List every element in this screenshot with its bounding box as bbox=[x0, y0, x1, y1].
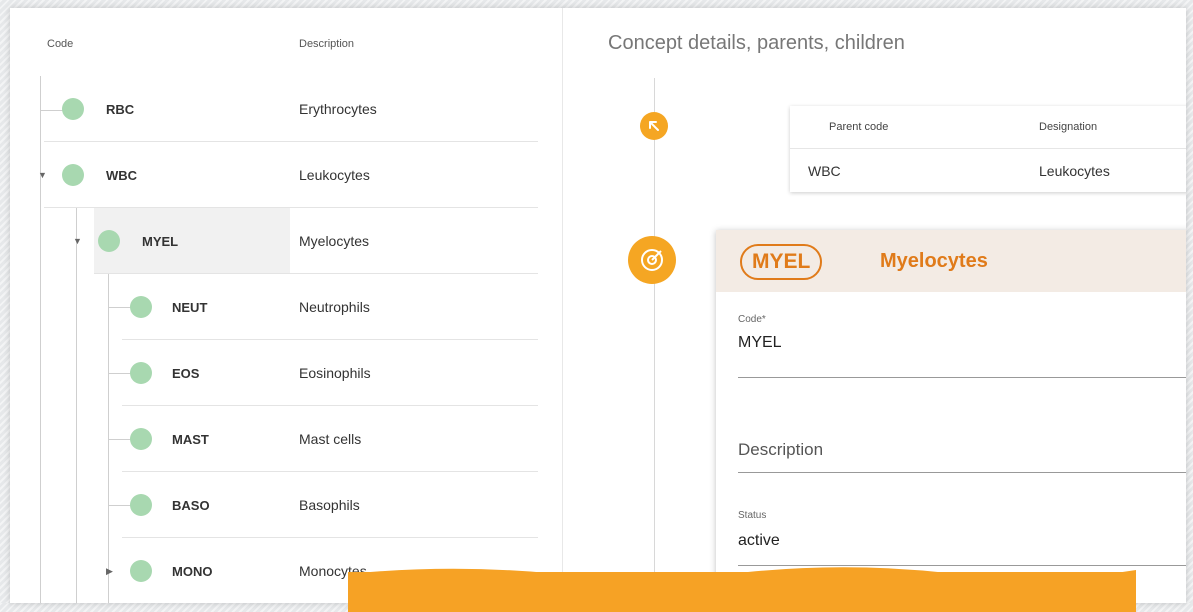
code-column-header[interactable]: Code bbox=[47, 38, 73, 50]
node-code: WBC bbox=[106, 168, 138, 183]
node-code: MONO bbox=[172, 564, 213, 579]
node-status-dot bbox=[130, 362, 152, 384]
description-field[interactable]: Description bbox=[738, 440, 823, 460]
orange-banner bbox=[348, 567, 1136, 612]
expand-caret-icon[interactable]: ▶ bbox=[106, 566, 113, 577]
description-field-underline bbox=[738, 472, 1186, 473]
status-field[interactable]: active bbox=[738, 532, 780, 550]
node-description: Neutrophils bbox=[299, 299, 370, 315]
node-code: MYEL bbox=[142, 234, 179, 249]
tree-row-baso[interactable]: BASO Basophils bbox=[10, 472, 538, 538]
node-code: NEUT bbox=[172, 300, 208, 315]
node-status-dot bbox=[130, 494, 152, 516]
node-status-dot bbox=[130, 296, 152, 318]
tree-row-rbc[interactable]: RBC Erythrocytes bbox=[10, 76, 538, 142]
tree-row-neut[interactable]: NEUT Neutrophils bbox=[10, 274, 538, 340]
timeline-line bbox=[654, 78, 655, 603]
node-description: Erythrocytes bbox=[299, 101, 377, 117]
node-code: EOS bbox=[172, 366, 200, 381]
collapse-caret-icon[interactable]: ▼ bbox=[38, 170, 47, 180]
node-description: Leukocytes bbox=[299, 167, 370, 183]
parent-code-cell[interactable]: WBC bbox=[808, 163, 841, 179]
description-column-header[interactable]: Description bbox=[299, 38, 354, 50]
node-description: Basophils bbox=[299, 497, 360, 513]
node-status-dot bbox=[98, 230, 120, 252]
tree-row-wbc[interactable]: ▼ WBC Leukocytes bbox=[10, 142, 538, 208]
node-status-dot bbox=[130, 428, 152, 450]
node-status-dot bbox=[130, 560, 152, 582]
details-title: Concept details, parents, children bbox=[608, 32, 905, 54]
target-icon bbox=[628, 236, 676, 284]
parent-designation-cell: Leukocytes bbox=[1039, 163, 1110, 179]
concept-name: Myelocytes bbox=[880, 250, 988, 272]
code-field-label: Code* bbox=[738, 314, 766, 325]
concept-code-badge: MYEL bbox=[740, 244, 823, 280]
node-description: Myelocytes bbox=[299, 233, 370, 249]
parent-code-header[interactable]: Parent code bbox=[829, 121, 888, 133]
concept-browser: Code Description RBC Erythrocytes ▼ WBC … bbox=[10, 8, 1186, 603]
tree-row-myel[interactable]: ▼ MYEL Myelocytes bbox=[10, 208, 538, 274]
concept-header: MYEL Myelocytes bbox=[716, 230, 1186, 292]
code-field[interactable]: MYEL bbox=[738, 334, 782, 352]
node-status-dot bbox=[62, 98, 84, 120]
status-field-label: Status bbox=[738, 510, 767, 521]
arrow-up-left-icon[interactable] bbox=[640, 112, 668, 140]
tree-row-mast[interactable]: MAST Mast cells bbox=[10, 406, 538, 472]
concept-detail-card: MYEL Myelocytes Code* MYEL Description S… bbox=[716, 230, 1186, 603]
designation-header[interactable]: Designation bbox=[1039, 121, 1097, 133]
node-status-dot bbox=[62, 164, 84, 186]
node-code: RBC bbox=[106, 102, 135, 117]
node-description: Mast cells bbox=[299, 431, 362, 447]
panel-divider bbox=[562, 8, 563, 603]
collapse-caret-icon[interactable]: ▼ bbox=[73, 236, 82, 246]
node-description: Eosinophils bbox=[299, 365, 371, 381]
parents-table: Parent code Designation WBC Leukocytes bbox=[790, 106, 1186, 192]
tree-row-eos[interactable]: EOS Eosinophils bbox=[10, 340, 538, 406]
node-code: BASO bbox=[172, 498, 210, 513]
code-field-underline bbox=[738, 377, 1186, 378]
node-code: MAST bbox=[172, 432, 209, 447]
